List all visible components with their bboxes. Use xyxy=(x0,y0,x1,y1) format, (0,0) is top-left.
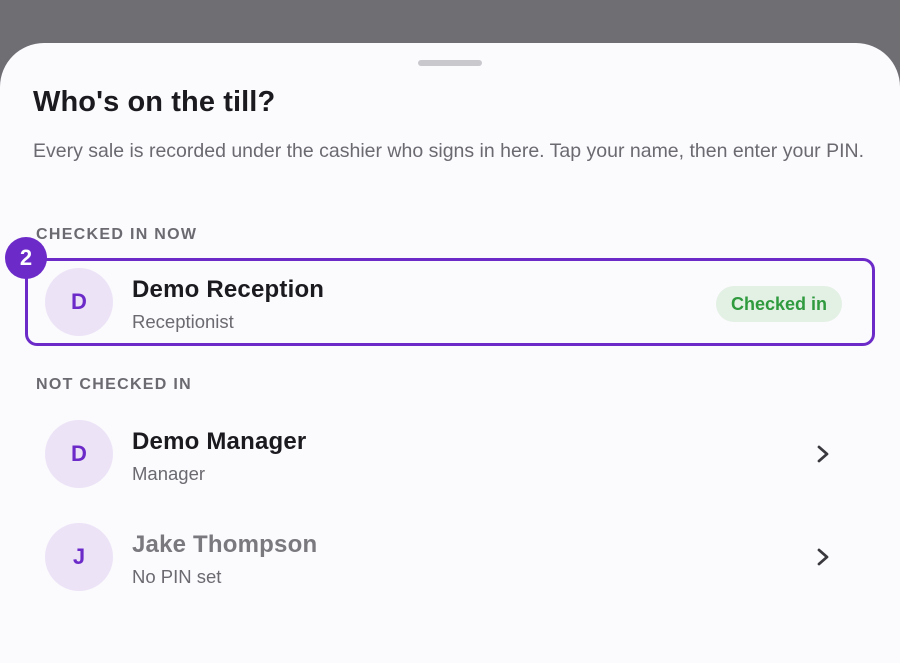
cashier-role: No PIN set xyxy=(132,566,222,587)
cashier-name: Jake Thompson xyxy=(132,531,318,558)
cashier-row-jake-thompson[interactable]: J Jake Thompson No PIN set xyxy=(25,513,875,601)
cashier-name: Demo Manager xyxy=(132,428,307,455)
chevron-right-icon[interactable] xyxy=(811,543,835,571)
avatar: D xyxy=(45,420,113,488)
cashier-row-demo-manager[interactable]: D Demo Manager Manager xyxy=(25,410,875,498)
step-marker-badge: 2 xyxy=(5,237,47,279)
chevron-right-icon[interactable] xyxy=(811,440,835,468)
section-label-not-checked-in: NOT CHECKED IN xyxy=(36,376,192,393)
cashier-name: Demo Reception xyxy=(132,276,325,303)
status-badge: Checked in xyxy=(715,286,842,322)
section-label-checked-in: CHECKED IN NOW xyxy=(36,226,198,243)
sheet-subtitle: Every sale is recorded under the cashier… xyxy=(33,140,864,162)
cashier-role: Receptionist xyxy=(132,311,234,332)
cashier-role: Manager xyxy=(132,463,206,484)
avatar: J xyxy=(45,523,113,591)
avatar: D xyxy=(45,268,113,336)
sheet-drag-handle[interactable] xyxy=(418,60,482,66)
cashier-bottom-sheet: Who's on the till? Every sale is recorde… xyxy=(0,43,900,663)
sheet-title: Who's on the till? xyxy=(33,86,276,118)
cashier-row-demo-reception[interactable]: D Demo Reception Receptionist Checked in xyxy=(25,258,875,346)
